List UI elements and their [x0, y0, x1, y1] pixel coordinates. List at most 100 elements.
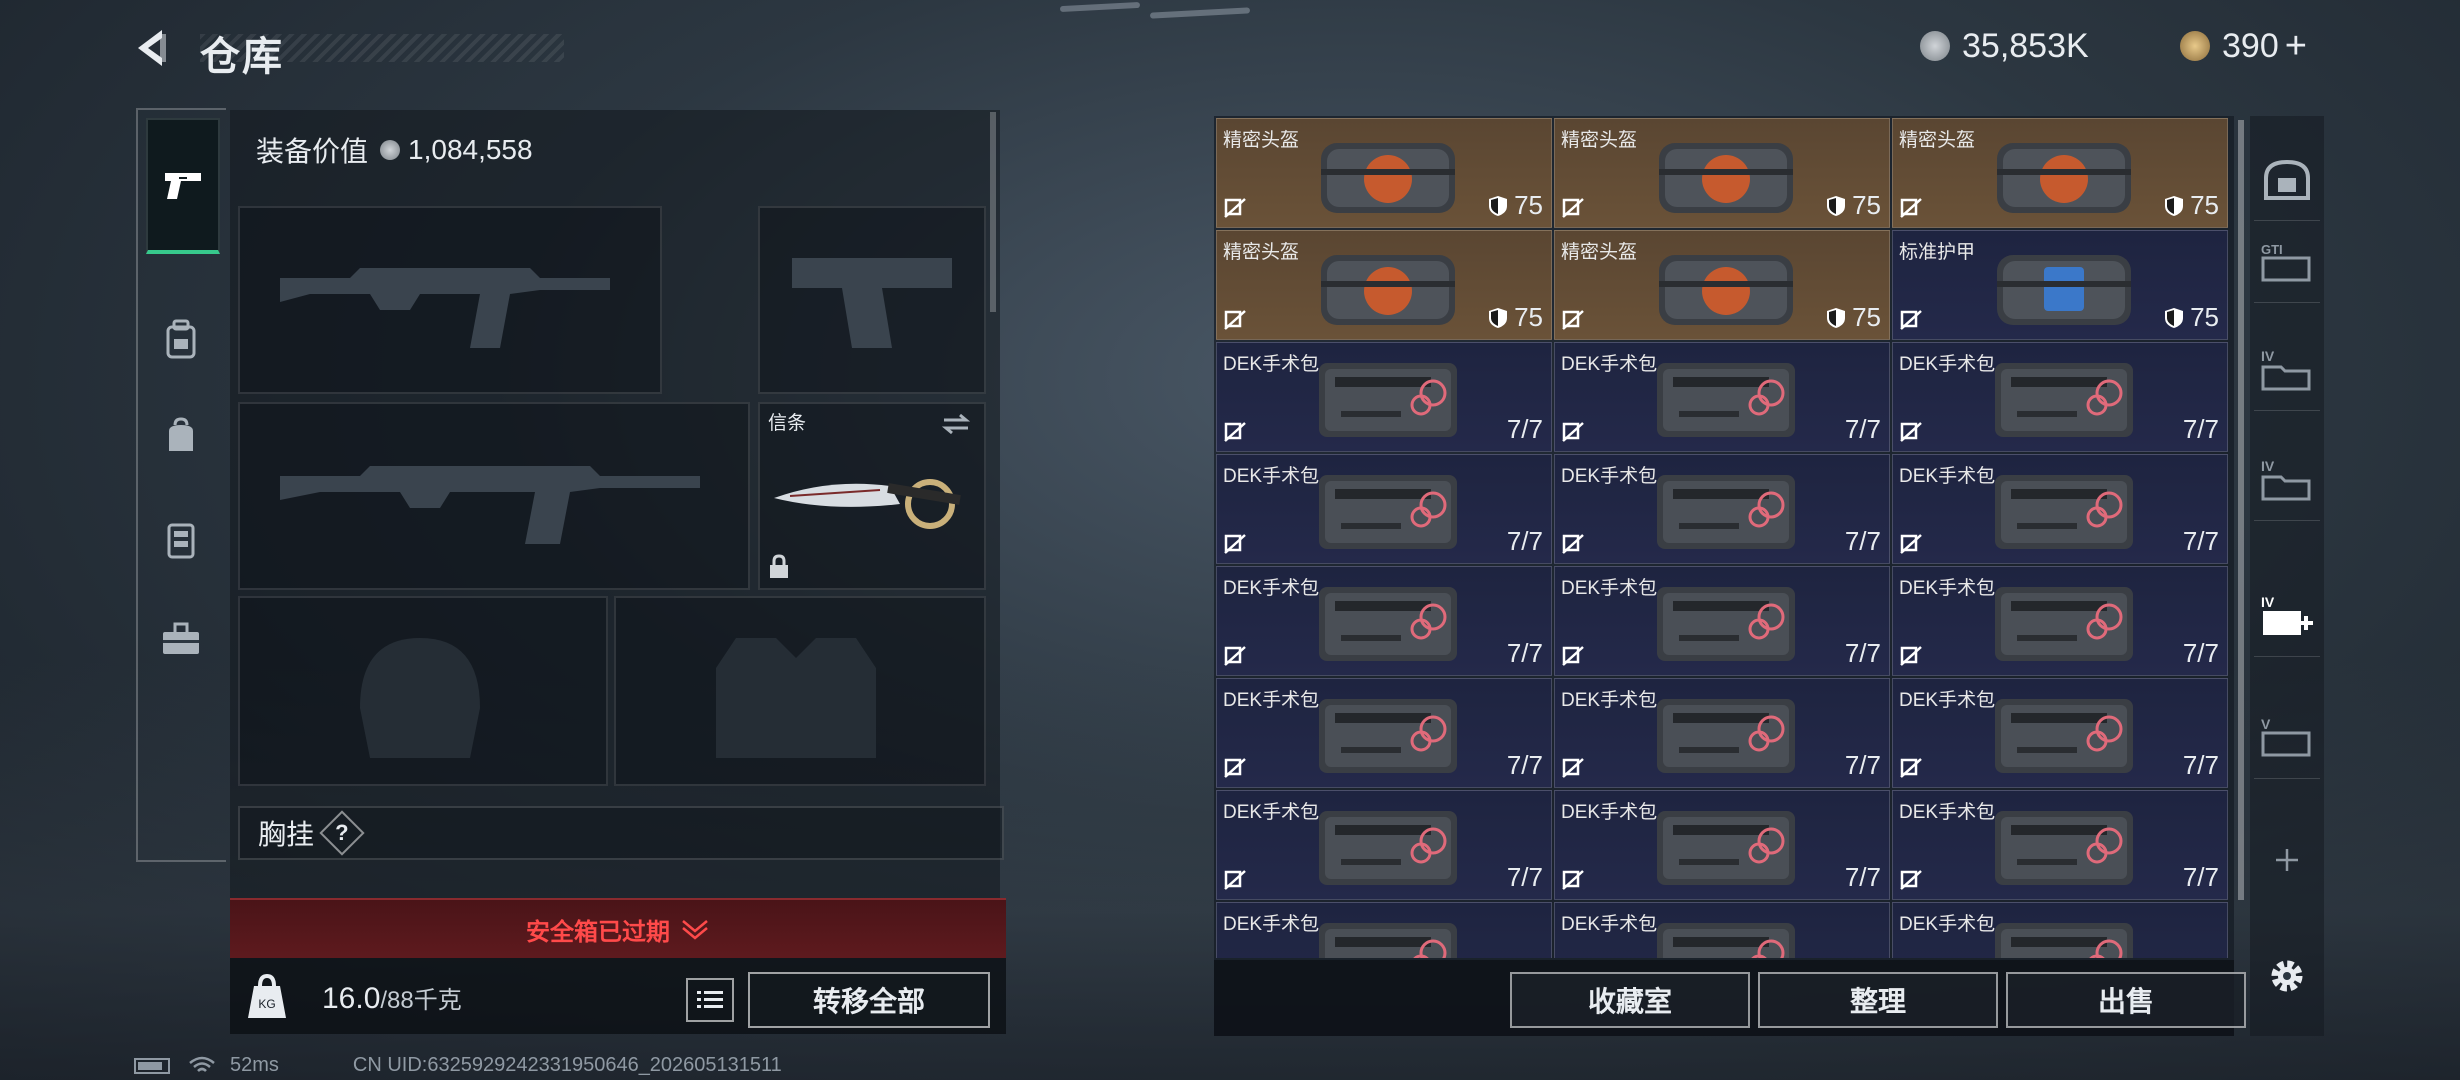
- list-view-button[interactable]: [686, 978, 734, 1022]
- item-durability: 7/7: [1507, 638, 1543, 669]
- helmet-slot[interactable]: [238, 596, 608, 786]
- gti-case-icon: GTI: [2261, 242, 2311, 282]
- storage-item-cell[interactable]: DEK手术包 7/7: [1892, 454, 2228, 564]
- medkit-icon: [1313, 353, 1463, 443]
- rail-tab-weapon[interactable]: [146, 118, 220, 254]
- storage-item-cell[interactable]: 精密头盔 75: [1554, 118, 1890, 228]
- primary-weapon-slot[interactable]: [238, 206, 662, 394]
- sell-button[interactable]: 出售: [2006, 972, 2246, 1028]
- status-bar: 52ms CN UID:6325929242331950646_20260513…: [134, 1054, 782, 1077]
- storage-item-cell[interactable]: DEK手术包 7/7: [1216, 454, 1552, 564]
- storage-item-cell[interactable]: DEK手术包: [1554, 902, 1890, 958]
- rail-tab-v-case[interactable]: V: [2254, 698, 2320, 779]
- storage-item-cell[interactable]: DEK手术包 7/7: [1216, 790, 1552, 900]
- rail-tab-briefcase[interactable]: [146, 604, 216, 674]
- rail-tab-iv-folder[interactable]: IV: [2254, 330, 2320, 411]
- transfer-all-button[interactable]: 转移全部: [748, 972, 990, 1028]
- rail-tab-bag[interactable]: [146, 400, 216, 470]
- item-value: 7/7: [1844, 750, 1881, 780]
- organize-button[interactable]: 整理: [1758, 972, 1998, 1028]
- gold-currency[interactable]: 390 +: [2180, 24, 2307, 68]
- melee-slot[interactable]: 信条: [758, 402, 986, 590]
- item-value: 75: [1852, 190, 1881, 220]
- weight-readout: 16.0/88千克: [322, 980, 462, 1016]
- durability-shield-icon: [1489, 195, 1508, 216]
- no-transfer-icon: [1224, 870, 1246, 890]
- swap-icon[interactable]: [940, 412, 972, 436]
- storage-item-cell[interactable]: DEK手术包: [1216, 902, 1552, 958]
- rail-tab-iv-folder-2[interactable]: IV: [2254, 440, 2320, 521]
- item-durability: 75: [2164, 190, 2219, 221]
- item-name: DEK手术包: [1899, 578, 1996, 599]
- no-transfer-icon: [1224, 198, 1246, 218]
- chest-rig-slot[interactable]: 胸挂 ?: [238, 806, 1004, 860]
- rail-tab-vest[interactable]: [146, 504, 216, 574]
- storage-item-cell[interactable]: DEK手术包 7/7: [1892, 790, 2228, 900]
- storage-item-cell[interactable]: DEK手术包 7/7: [1554, 790, 1890, 900]
- safe-box-expired-banner[interactable]: 安全箱已过期: [230, 898, 1006, 958]
- medkit-icon: [1313, 913, 1463, 958]
- iv-folder-2-icon: IV: [2261, 458, 2311, 501]
- medkit-icon: [1651, 465, 1801, 555]
- add-icon: [2276, 849, 2298, 871]
- back-arrow-icon: [138, 30, 166, 66]
- item-name: DEK手术包: [1899, 802, 1996, 823]
- item-durability: 75: [1826, 302, 1881, 333]
- storage-item-cell[interactable]: DEK手术包 7/7: [1554, 454, 1890, 564]
- item-name: DEK手术包: [1561, 466, 1658, 487]
- storage-item-cell[interactable]: 精密头盔 75: [1216, 118, 1552, 228]
- knife-icon: [774, 479, 961, 529]
- sidearm-slot[interactable]: [758, 206, 986, 394]
- helmet-silhouette-icon: [360, 638, 480, 758]
- no-transfer-icon: [1900, 198, 1922, 218]
- storage-item-cell[interactable]: 精密头盔 75: [1216, 230, 1552, 340]
- equipment-scrollbar[interactable]: [990, 112, 996, 312]
- storage-item-cell[interactable]: DEK手术包 7/7: [1892, 566, 2228, 676]
- storage-item-cell[interactable]: 精密头盔 75: [1554, 230, 1890, 340]
- medkit-icon: [1989, 465, 2139, 555]
- medkit-icon: [1651, 913, 1801, 958]
- storage-item-cell[interactable]: 标准护甲 75: [1892, 230, 2228, 340]
- helmet-icon: [1651, 129, 1801, 219]
- settings-button[interactable]: [2254, 936, 2320, 1016]
- secondary-weapon-slot[interactable]: [238, 402, 750, 590]
- helmet-icon: [1313, 241, 1463, 331]
- medkit-icon: [1989, 577, 2139, 667]
- storage-item-cell[interactable]: DEK手术包 7/7: [1216, 678, 1552, 788]
- item-value: 7/7: [1844, 526, 1881, 556]
- back-button[interactable]: [130, 26, 174, 70]
- lock-icon: [770, 554, 788, 578]
- collection-room-button[interactable]: 收藏室: [1510, 972, 1750, 1028]
- item-name: 精密头盔: [1899, 130, 1976, 151]
- storage-item-cell[interactable]: DEK手术包 7/7: [1554, 342, 1890, 452]
- item-name: 精密头盔: [1223, 130, 1300, 151]
- medkit-icon: [1313, 465, 1463, 555]
- armor-slot[interactable]: [614, 596, 986, 786]
- rail-tab-gti-case[interactable]: GTI: [2254, 222, 2320, 303]
- durability-shield-icon: [1827, 307, 1846, 328]
- help-button[interactable]: ?: [319, 810, 365, 856]
- storage-item-cell[interactable]: DEK手术包 7/7: [1892, 342, 2228, 452]
- storage-item-cell[interactable]: 精密头盔 75: [1892, 118, 2228, 228]
- storage-item-cell[interactable]: DEK手术包 7/7: [1554, 678, 1890, 788]
- item-value: 7/7: [1506, 862, 1543, 892]
- no-transfer-icon: [1900, 534, 1922, 554]
- medkit-icon: [1989, 353, 2139, 443]
- rail-tab-safe[interactable]: [2254, 140, 2320, 221]
- rail-tab-iv-medkit[interactable]: IV: [2254, 576, 2320, 657]
- storage-item-cell[interactable]: DEK手术包 7/7: [1892, 678, 2228, 788]
- item-name: 精密头盔: [1223, 242, 1300, 263]
- add-currency-button[interactable]: +: [2285, 25, 2307, 68]
- no-transfer-icon: [1562, 534, 1584, 554]
- storage-scrollbar[interactable]: [2238, 120, 2244, 900]
- storage-item-cell[interactable]: DEK手术包: [1892, 902, 2228, 958]
- storage-item-cell[interactable]: DEK手术包 7/7: [1216, 342, 1552, 452]
- rail-add-button[interactable]: [2254, 820, 2320, 900]
- rail-tab-backpack[interactable]: [146, 304, 216, 374]
- item-name: DEK手术包: [1223, 802, 1320, 823]
- item-name: 精密头盔: [1561, 242, 1638, 263]
- storage-item-cell[interactable]: DEK手术包 7/7: [1216, 566, 1552, 676]
- item-name: DEK手术包: [1561, 802, 1658, 823]
- item-name: DEK手术包: [1223, 914, 1320, 935]
- storage-item-cell[interactable]: DEK手术包 7/7: [1554, 566, 1890, 676]
